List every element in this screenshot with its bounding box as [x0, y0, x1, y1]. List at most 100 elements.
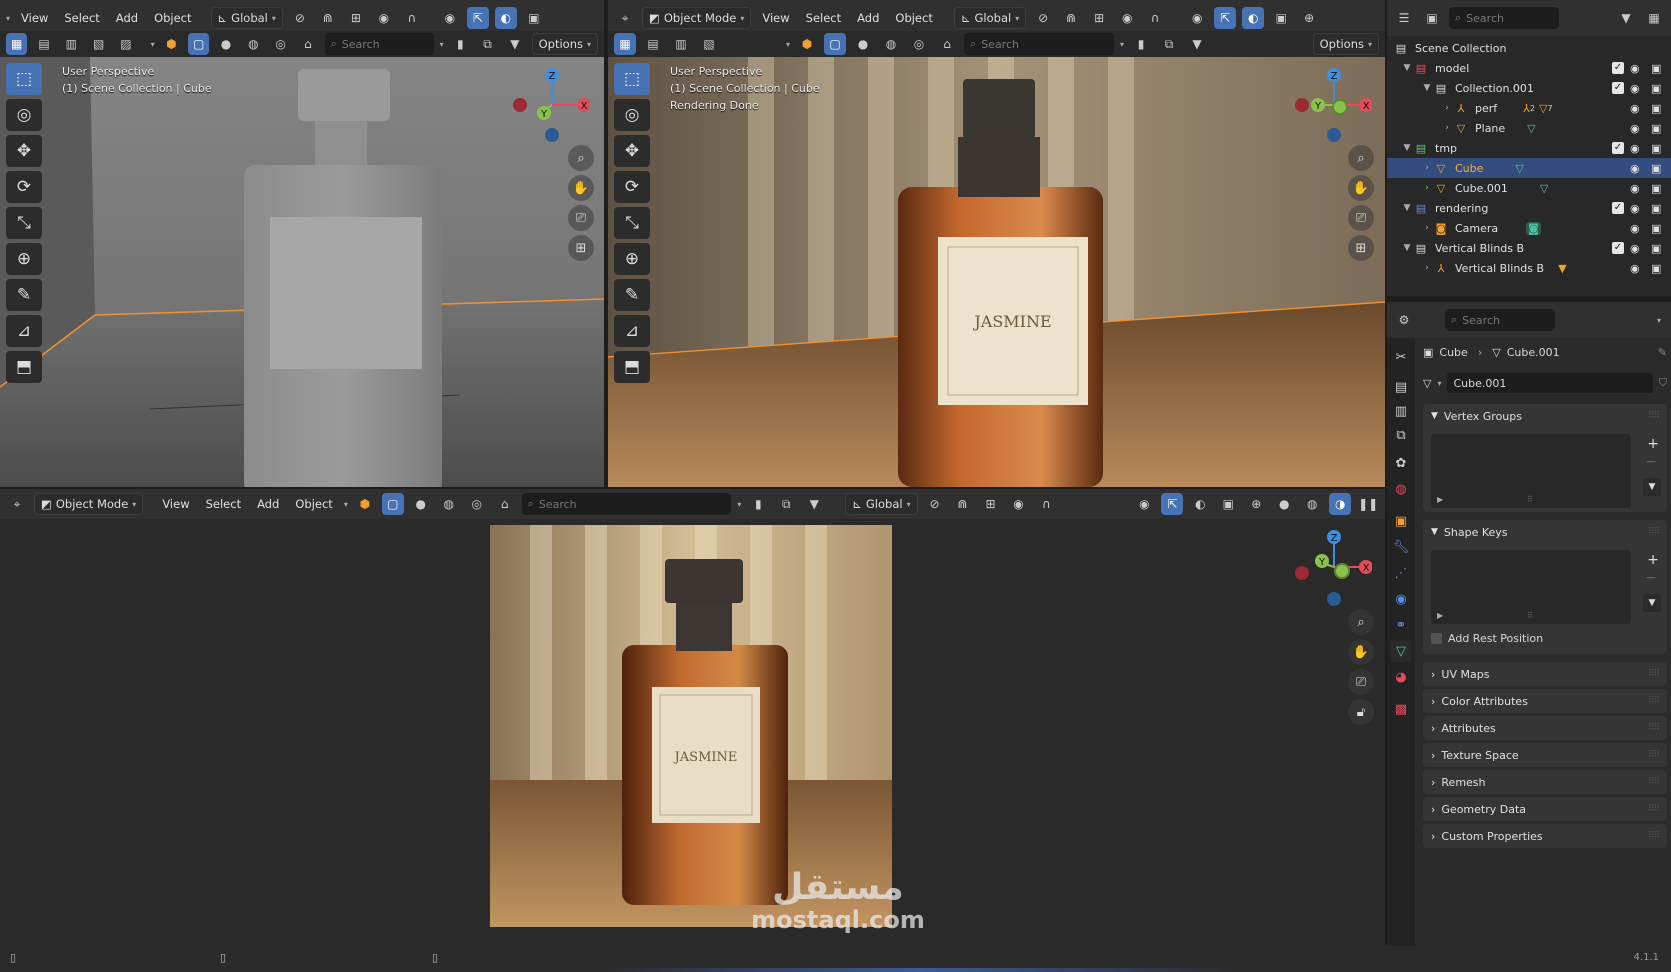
visibility-icon[interactable]: ◉: [1133, 493, 1155, 515]
gizmo-neg-z-handle[interactable]: [545, 128, 559, 142]
chevron-down-icon[interactable]: ▼: [1401, 63, 1413, 73]
editor-type-caret[interactable]: ▾: [6, 14, 10, 23]
shading-rendered-icon[interactable]: ◎: [466, 493, 488, 515]
ortho-grid-icon[interactable]: ⊞: [1348, 235, 1374, 261]
viewport-search-input[interactable]: ⌕ Search: [964, 33, 1115, 55]
transform-orientation-dropdown[interactable]: ⊾ Global ▾: [845, 493, 918, 515]
falloff-icon[interactable]: ∩: [1035, 493, 1057, 515]
select-mode-intersect-icon[interactable]: ▨: [115, 33, 136, 55]
chevron-down-icon[interactable]: ▾: [344, 500, 348, 509]
falloff-icon[interactable]: ∩: [401, 7, 423, 29]
view-layer-tab-icon[interactable]: ⧉: [1391, 424, 1411, 446]
select-mode-extend-icon[interactable]: ▤: [33, 33, 54, 55]
xray-icon[interactable]: ▣: [1270, 7, 1292, 29]
camera-view-icon[interactable]: ⎚: [1348, 205, 1374, 231]
xray-icon[interactable]: ▣: [523, 7, 545, 29]
visibility-icon[interactable]: ◉: [439, 7, 461, 29]
menu-add[interactable]: Add: [111, 11, 143, 25]
outliner-scene-collection[interactable]: ▤ Scene Collection: [1387, 38, 1671, 58]
pan-hand-icon[interactable]: ✋: [1348, 175, 1374, 201]
exclude-checkbox[interactable]: ✓: [1612, 202, 1624, 214]
properties-search-input[interactable]: ⌕ Search: [1445, 309, 1555, 331]
editor-type-icon[interactable]: ⌖: [6, 493, 28, 515]
gizmo-toggle-icon[interactable]: ⇱: [1214, 7, 1237, 29]
fake-user-shield-icon[interactable]: ⛉: [1659, 376, 1667, 390]
snap-icon[interactable]: ⋒: [952, 493, 974, 515]
scale-tool-icon[interactable]: ⤡: [6, 207, 42, 239]
shading-rendered-icon[interactable]: ◎: [908, 33, 930, 55]
outliner-row-vertical-blinds-object[interactable]: › ⅄ Vertical Blinds B ▼ ◉ ▣: [1387, 258, 1671, 278]
shading-rendered-icon[interactable]: ◎: [270, 33, 291, 55]
color-attributes-panel[interactable]: › Color Attributes ⠿⠿: [1423, 689, 1667, 713]
camera-view-icon[interactable]: ⎚: [1348, 669, 1374, 695]
tool-tab-icon[interactable]: ✂: [1391, 346, 1411, 368]
outliner-editor-type-icon[interactable]: ☰: [1393, 7, 1415, 29]
outliner-row-camera[interactable]: › ◙ Camera ◙ ◉ ▣: [1387, 218, 1671, 238]
xray-icon[interactable]: ▣: [1217, 493, 1239, 515]
solid-shading-icon[interactable]: ●: [1273, 493, 1295, 515]
eye-icon[interactable]: ◉: [1630, 62, 1640, 75]
outliner-row-cube[interactable]: › ▽ Cube ▽ ◉ ▣: [1387, 158, 1671, 178]
pause-render-icon[interactable]: ❚❚: [1357, 493, 1379, 515]
annotate-tool-icon[interactable]: ✎: [6, 279, 42, 311]
constraints-tab-icon[interactable]: ⚭: [1391, 614, 1411, 636]
select-box-tool-icon[interactable]: ⬚: [614, 63, 650, 95]
menu-view[interactable]: View: [157, 497, 194, 511]
add-vertex-group-button[interactable]: +: [1647, 436, 1659, 452]
list-resize-handle[interactable]: ⠿: [1527, 495, 1533, 504]
add-cube-tool-icon[interactable]: ⬒: [614, 351, 650, 383]
rendered-shading-icon[interactable]: ◑: [1329, 493, 1352, 515]
gizmo-neg-x-handle[interactable]: [1295, 98, 1309, 112]
shading-material-icon[interactable]: ◍: [243, 33, 264, 55]
custom-properties-panel[interactable]: › Custom Properties ⠿⠿: [1423, 824, 1667, 848]
attributes-panel[interactable]: › Attributes ⠿⠿: [1423, 716, 1667, 740]
pivot-icon[interactable]: ⊘: [924, 493, 946, 515]
gizmo-neg-x-handle[interactable]: [513, 98, 527, 112]
texture-space-panel[interactable]: › Texture Space ⠿⠿: [1423, 743, 1667, 767]
annotate-tool-icon[interactable]: ✎: [614, 279, 650, 311]
menu-select[interactable]: Select: [59, 11, 104, 25]
eye-icon[interactable]: ◉: [1630, 182, 1640, 195]
overlay-toggle-icon[interactable]: ◐: [1189, 493, 1211, 515]
menu-view[interactable]: View: [16, 11, 53, 25]
drag-handle-icon[interactable]: ⠿⠿: [1648, 831, 1660, 841]
mesh-name-field[interactable]: Cube.001: [1447, 373, 1653, 393]
remesh-panel[interactable]: › Remesh ⠿⠿: [1423, 770, 1667, 794]
object-type-filter-icon[interactable]: ⬢: [796, 33, 818, 55]
shading-material-icon[interactable]: ◍: [438, 493, 460, 515]
select-mode-new-icon[interactable]: ▦: [6, 33, 28, 55]
wireframe-shading-icon[interactable]: ⊕: [1245, 493, 1267, 515]
uv-maps-panel[interactable]: › UV Maps ⠿⠿: [1423, 662, 1667, 686]
camera-icon[interactable]: ▣: [1651, 142, 1661, 155]
filter-icon[interactable]: ▼: [1615, 7, 1637, 29]
gizmo-neg-z-handle[interactable]: [1327, 592, 1341, 606]
expand-list-icon[interactable]: ▶: [1437, 611, 1443, 620]
camera-icon[interactable]: ▣: [1651, 222, 1661, 235]
snap-increment-icon[interactable]: ⊞: [980, 493, 1002, 515]
outliner-row-rendering[interactable]: ▼ ▤ rendering ✓ ◉ ▣: [1387, 198, 1671, 218]
menu-add[interactable]: Add: [852, 11, 884, 25]
chevron-down-icon[interactable]: ▾: [786, 40, 790, 49]
eye-icon[interactable]: ◉: [1630, 162, 1640, 175]
proportional-edit-icon[interactable]: ◉: [373, 7, 395, 29]
overlay-toggle-icon[interactable]: ◐: [1242, 7, 1265, 29]
area-divider[interactable]: [604, 0, 608, 487]
chevron-right-icon[interactable]: ›: [1441, 123, 1453, 133]
chevron-down-icon[interactable]: ▼: [1401, 203, 1413, 213]
chevron-right-icon[interactable]: ›: [1421, 183, 1433, 193]
shading-material-icon[interactable]: ◍: [880, 33, 902, 55]
select-mode-invert-icon[interactable]: ▧: [88, 33, 109, 55]
add-rest-position-checkbox[interactable]: Add Rest Position: [1431, 632, 1543, 645]
menu-add[interactable]: Add: [252, 497, 284, 511]
menu-object[interactable]: Object: [149, 11, 196, 25]
chevron-right-icon[interactable]: ›: [1421, 163, 1433, 173]
view-layer-icon[interactable]: ⧉: [775, 493, 797, 515]
navigation-gizmo[interactable]: Z X Y: [1292, 527, 1372, 607]
zoom-icon[interactable]: ⌕: [1348, 145, 1374, 171]
object-type-filter-icon[interactable]: ⬢: [161, 33, 182, 55]
view-layer-icon[interactable]: ⧉: [1158, 33, 1180, 55]
world-tab-icon[interactable]: ◍: [1391, 478, 1411, 500]
camera-icon[interactable]: ▣: [1651, 122, 1661, 135]
measure-tool-icon[interactable]: ⊿: [6, 315, 42, 347]
ortho-grid-icon[interactable]: ⊞: [568, 235, 594, 261]
